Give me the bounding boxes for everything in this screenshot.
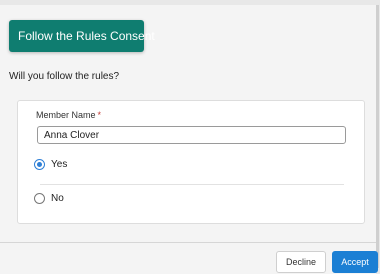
decline-button[interactable]: Decline [276,251,326,273]
radio-no-icon[interactable] [34,193,45,204]
options-divider [40,184,344,185]
dialog-title: Follow the Rules Consent [9,20,155,52]
member-name-label: Member Name * [36,110,101,120]
radio-no-label: No [51,193,64,204]
member-name-label-text: Member Name [36,110,96,120]
radio-yes-selected-icon[interactable] [34,159,45,170]
member-name-input[interactable] [37,126,346,144]
form-card: Member Name* Yes No [17,100,365,224]
radio-option-yes[interactable]: Yes [34,159,67,170]
accept-button[interactable]: Accept [332,251,378,273]
consent-dialog: Follow the Rules Consent Will you follow… [0,5,379,274]
dialog-footer: Decline Accept [0,242,378,274]
radio-yes-label: Yes [51,159,68,170]
consent-question: Will you follow the rules? [9,71,120,82]
required-marker: * [97,110,102,120]
radio-option-no[interactable]: No [34,193,64,204]
